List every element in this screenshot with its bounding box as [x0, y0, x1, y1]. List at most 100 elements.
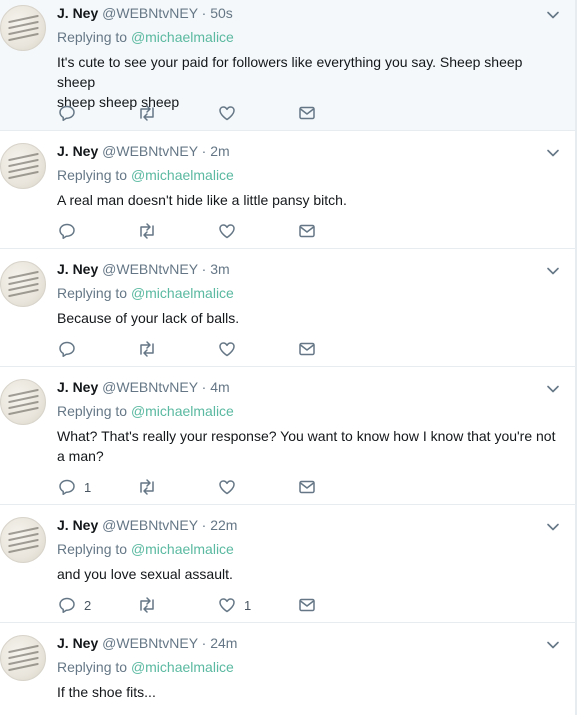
timestamp[interactable]: 22m [210, 517, 237, 533]
tweet-text-line: A real man doesn't hide like a little pa… [57, 192, 347, 208]
tweet-text-line: a man? [57, 448, 104, 464]
tweet-header: J. Ney @WEBNtvNEY · 3m [57, 260, 230, 278]
mention-link[interactable]: @michaelmalice [131, 403, 234, 419]
separator: · [201, 379, 207, 395]
like-button[interactable] [218, 221, 244, 241]
mention-link[interactable]: @michaelmalice [131, 541, 234, 557]
tweet[interactable]: J. Ney @WEBNtvNEY · 50s Replying to @mic… [0, 0, 575, 131]
reply-count: 2 [84, 597, 92, 613]
avatar[interactable] [0, 379, 46, 425]
author-name[interactable]: J. Ney [57, 261, 98, 277]
retweet-icon [140, 597, 154, 613]
timestamp[interactable]: 24m [210, 635, 237, 651]
avatar[interactable] [0, 635, 46, 681]
message-icon [299, 342, 315, 356]
avatar[interactable] [0, 261, 46, 307]
author-name[interactable]: J. Ney [57, 379, 98, 395]
replying-prefix: Replying to [57, 541, 128, 557]
replying-to: Replying to @michaelmalice [57, 541, 234, 557]
message-icon [299, 480, 315, 494]
mention-link[interactable]: @michaelmalice [131, 167, 234, 183]
chevron-down-icon[interactable] [545, 145, 561, 161]
tweet-text-line: If the shoe fits... [57, 684, 156, 700]
reply-count: 1 [84, 479, 92, 495]
tweet[interactable]: J. Ney @WEBNtvNEY · 3m Replying to @mich… [0, 249, 575, 367]
author-handle[interactable]: @WEBNtvNEY [102, 5, 198, 21]
message-button[interactable] [298, 339, 316, 359]
timestamp[interactable]: 3m [210, 261, 229, 277]
like-icon [219, 480, 235, 495]
like-button[interactable] [218, 477, 244, 497]
message-button[interactable] [298, 477, 316, 497]
mention-link[interactable]: @michaelmalice [131, 29, 234, 45]
like-button[interactable]: 1 [218, 595, 251, 615]
tweet-text: If the shoe fits... [57, 682, 562, 702]
tweet[interactable]: J. Ney @WEBNtvNEY · 24m Replying to @mic… [0, 623, 575, 715]
message-button[interactable] [298, 595, 316, 615]
tweet-text: Because of your lack of balls. [57, 308, 562, 328]
author-handle[interactable]: @WEBNtvNEY [102, 143, 198, 159]
message-button[interactable] [298, 103, 316, 123]
mention-link[interactable]: @michaelmalice [131, 285, 234, 301]
tweet-feed: J. Ney @WEBNtvNEY · 50s Replying to @mic… [0, 0, 577, 715]
reply-button[interactable] [58, 339, 84, 359]
chevron-down-icon[interactable] [545, 637, 561, 653]
tweet-text: What? That's really your response? You w… [57, 426, 562, 466]
retweet-button[interactable] [136, 339, 166, 359]
reply-icon [59, 479, 75, 496]
chevron-down-icon[interactable] [545, 519, 561, 535]
author-handle[interactable]: @WEBNtvNEY [102, 635, 198, 651]
reply-button[interactable] [58, 221, 84, 241]
tweet[interactable]: J. Ney @WEBNtvNEY · 4m Replying to @mich… [0, 367, 575, 505]
message-button[interactable] [298, 221, 316, 241]
reply-button[interactable]: 2 [58, 595, 91, 615]
tweet-header: J. Ney @WEBNtvNEY · 50s [57, 4, 233, 22]
chevron-down-icon[interactable] [545, 381, 561, 397]
reply-button[interactable] [58, 103, 84, 123]
author-name[interactable]: J. Ney [57, 517, 98, 533]
separator: · [201, 517, 207, 533]
avatar[interactable] [0, 143, 46, 189]
author-name[interactable]: J. Ney [57, 5, 98, 21]
reply-icon [59, 341, 75, 358]
like-button[interactable] [218, 103, 244, 123]
avatar[interactable] [0, 517, 46, 563]
replying-prefix: Replying to [57, 285, 128, 301]
timestamp[interactable]: 4m [210, 379, 229, 395]
like-button[interactable] [218, 339, 244, 359]
retweet-icon [140, 341, 154, 357]
timestamp[interactable]: 50s [210, 5, 233, 21]
chevron-down-icon[interactable] [545, 7, 561, 23]
author-name[interactable]: J. Ney [57, 635, 98, 651]
reply-icon [59, 597, 75, 614]
tweet-actions [58, 103, 338, 123]
tweet[interactable]: J. Ney @WEBNtvNEY · 22m Replying to @mic… [0, 505, 575, 623]
author-handle[interactable]: @WEBNtvNEY [102, 261, 198, 277]
retweet-button[interactable] [136, 221, 166, 241]
retweet-button[interactable] [136, 477, 166, 497]
retweet-icon [140, 223, 154, 239]
replying-prefix: Replying to [57, 659, 128, 675]
replying-prefix: Replying to [57, 167, 128, 183]
replying-to: Replying to @michaelmalice [57, 29, 234, 45]
retweet-button[interactable] [136, 595, 166, 615]
author-handle[interactable]: @WEBNtvNEY [102, 379, 198, 395]
reply-icon [59, 105, 75, 122]
avatar[interactable] [0, 5, 46, 51]
mention-link[interactable]: @michaelmalice [131, 659, 234, 675]
tweet-actions: 2 1 [58, 595, 338, 615]
timestamp[interactable]: 2m [210, 143, 229, 159]
replying-to: Replying to @michaelmalice [57, 659, 234, 675]
tweet-text: A real man doesn't hide like a little pa… [57, 190, 562, 210]
author-name[interactable]: J. Ney [57, 143, 98, 159]
reply-button[interactable]: 1 [58, 477, 91, 497]
like-icon [219, 342, 235, 357]
tweet[interactable]: J. Ney @WEBNtvNEY · 2m Replying to @mich… [0, 131, 575, 249]
tweet-header: J. Ney @WEBNtvNEY · 2m [57, 142, 230, 160]
chevron-down-icon[interactable] [545, 263, 561, 279]
replying-to: Replying to @michaelmalice [57, 285, 234, 301]
message-icon [299, 106, 315, 120]
retweet-button[interactable] [136, 103, 166, 123]
tweet-text-line: Because of your lack of balls. [57, 310, 240, 326]
author-handle[interactable]: @WEBNtvNEY [102, 517, 198, 533]
